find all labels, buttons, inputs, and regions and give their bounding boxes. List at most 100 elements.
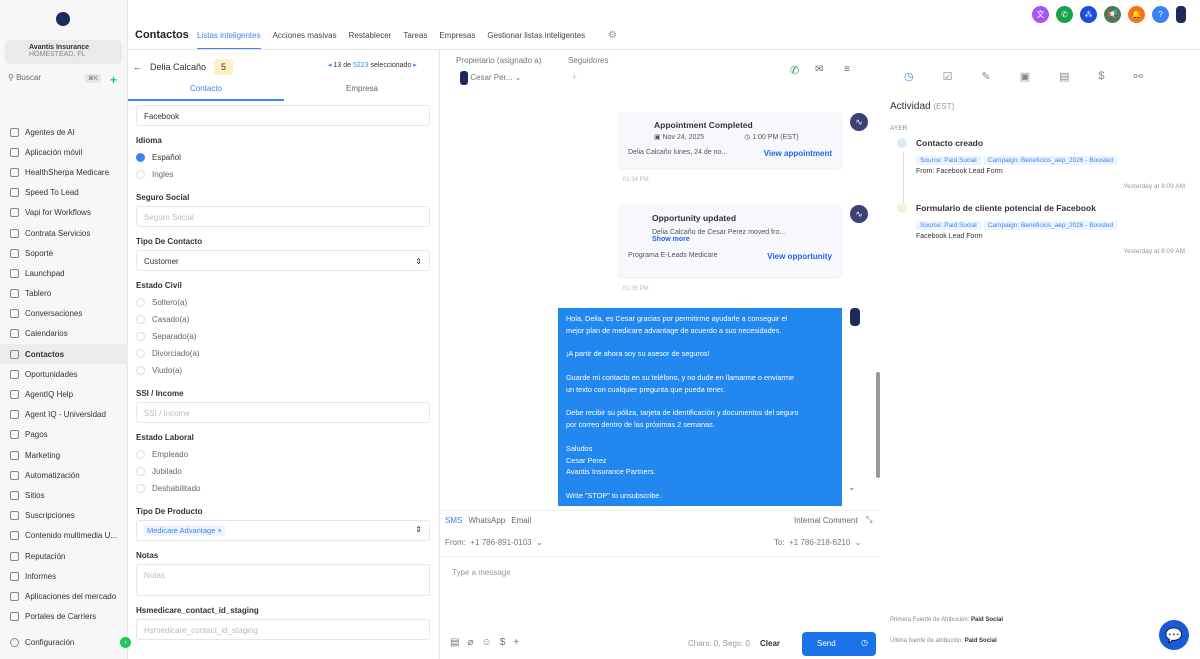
tab[interactable]: Restablecer [349, 31, 392, 49]
avatar[interactable] [1176, 6, 1186, 23]
entry-time: Yesterday at 8:09 AM [1123, 183, 1185, 190]
translate-icon[interactable]: 文 [1032, 6, 1049, 23]
tab-sms[interactable]: SMS [445, 516, 462, 525]
source-field[interactable]: Facebook [136, 105, 430, 126]
add-follower-icon[interactable]: + [572, 72, 577, 82]
sidebar-item[interactable]: Contactos [0, 344, 128, 365]
sidebar-item[interactable]: Conversaciones [0, 304, 128, 324]
message-input[interactable]: Type a message [440, 556, 880, 624]
sidebar-item-configuracion[interactable]: Configuración [0, 632, 118, 652]
sidebar-item[interactable]: Automatización [0, 465, 128, 485]
radio-option[interactable]: Casado(a) [136, 311, 430, 328]
sidebar-item[interactable]: Tablero [0, 284, 128, 304]
back-arrow-icon[interactable]: ← [133, 62, 142, 72]
sidebar-item[interactable]: Portales de Carriers [0, 607, 128, 627]
workflow-tab-icon[interactable]: ⚯ [1134, 70, 1143, 83]
emoji-icon[interactable]: ☺ [481, 637, 491, 648]
radio-option[interactable]: Empleado [136, 446, 430, 463]
sidebar-item[interactable]: Sitios [0, 485, 128, 505]
sidebar-item[interactable]: Oportunidades [0, 364, 128, 384]
show-more-link[interactable]: Show more [628, 236, 832, 243]
sidebar-item[interactable]: Suscripciones [0, 506, 128, 526]
radio-option[interactable]: Deshabilitado [136, 480, 430, 497]
radio-option[interactable]: Divorciado(a) [136, 345, 430, 362]
calendar-tab-icon[interactable]: ▣ [1020, 70, 1030, 83]
filter-icon[interactable]: ≡ [844, 64, 850, 75]
tab-contacto[interactable]: Contacto [128, 80, 284, 101]
tasks-tab-icon[interactable]: ☑ [943, 70, 953, 83]
add-button[interactable]: + [110, 73, 117, 87]
activity-tab-icon[interactable]: ◷ [904, 70, 914, 83]
view-appointment-link[interactable]: View appointment [764, 149, 832, 158]
megaphone-icon[interactable]: 📢 [1104, 6, 1121, 23]
sidebar-item[interactable]: Speed To Lead [0, 183, 128, 203]
tab[interactable]: Acciones masivas [273, 31, 337, 49]
sidebar-item[interactable]: HealthSherpa Medicare [0, 162, 128, 182]
radio-option[interactable]: Separado(a) [136, 328, 430, 345]
internal-comment-button[interactable]: Internal Comment [794, 516, 858, 525]
to-select[interactable]: To: +1 786-218-6210 ⌄ [774, 538, 861, 547]
attachment-icon[interactable]: ⌀ [467, 637, 473, 648]
sidebar-item[interactable]: Soporte [0, 243, 128, 263]
tab[interactable]: Empresas [439, 31, 475, 49]
nav-icon [10, 329, 19, 339]
tab-email[interactable]: Email [511, 516, 531, 525]
view-opportunity-link[interactable]: View opportunity [767, 252, 832, 261]
phone-icon[interactable]: ✆ [790, 64, 799, 77]
phone-icon[interactable]: ✆ [1056, 6, 1073, 23]
sidebar-item[interactable]: Agentes de AI [0, 122, 128, 142]
seguro-social-input[interactable]: Seguro Social [136, 206, 430, 227]
tab-empresa[interactable]: Empresa [284, 80, 439, 101]
radio-option[interactable]: Soltero(a) [136, 294, 430, 311]
collapse-icon[interactable]: ⤡ [866, 515, 872, 525]
documents-tab-icon[interactable]: ▤ [1059, 70, 1069, 83]
tab[interactable]: Tareas [403, 31, 427, 49]
owner-select[interactable]: Cesar Per... ⌄ [460, 71, 521, 85]
payments-tab-icon[interactable]: $ [1099, 70, 1105, 83]
template-icon[interactable]: ▤ [450, 637, 459, 648]
account-switcher[interactable]: Avantis Insurance HOMESTEAD, FL [5, 40, 122, 64]
sidebar-item[interactable]: Marketing [0, 445, 128, 465]
sidebar-item[interactable]: Contrata Servicios [0, 223, 128, 243]
tab[interactable]: Gestionar listas inteligentes [487, 31, 585, 49]
sidebar-item[interactable]: Pagos [0, 425, 128, 445]
ssi-input[interactable]: SSI / Income [136, 402, 430, 423]
clear-button[interactable]: Clear [760, 639, 780, 648]
from-select[interactable]: From: +1 786-891-0103 ⌄ [445, 538, 543, 547]
tipo-contacto-select[interactable]: Customer ⇕ [136, 250, 430, 271]
tab[interactable]: Listas inteligentes [197, 31, 261, 49]
radio-espanol[interactable]: Español [136, 149, 430, 166]
radio-option[interactable]: Viudo(a) [136, 362, 430, 379]
sidebar-item[interactable]: Reputación [0, 546, 128, 566]
help-icon[interactable]: ? [1152, 6, 1169, 23]
apps-icon[interactable]: ⁂ [1080, 6, 1097, 23]
sidebar-item[interactable]: Launchpad [0, 263, 128, 283]
radio-ingles[interactable]: Ingles [136, 166, 430, 183]
next-icon[interactable]: ▸ [411, 62, 417, 69]
payment-icon[interactable]: $ [500, 637, 506, 648]
tab-whatsapp[interactable]: WhatsApp [468, 516, 505, 525]
notas-textarea[interactable]: Notas [136, 564, 430, 596]
sidebar-item[interactable]: Calendarios [0, 324, 128, 344]
remove-tag-icon[interactable]: × [217, 526, 221, 535]
chat-widget-button[interactable]: 💬 [1159, 620, 1189, 650]
scroll-down-icon[interactable]: ⌄ [848, 482, 856, 493]
radio-option[interactable]: Jubilado [136, 463, 430, 480]
bell-icon[interactable]: 🔔 [1128, 6, 1145, 23]
sidebar-item[interactable]: Vapi for Workflows [0, 203, 128, 223]
sidebar-item[interactable]: AgentIQ Help [0, 384, 128, 404]
notes-tab-icon[interactable]: ✎ [981, 70, 990, 83]
sidebar-item[interactable]: Agent IQ - Universidad [0, 405, 128, 425]
send-button[interactable]: Send ◷ [802, 632, 876, 656]
sidebar-item[interactable]: Informes [0, 566, 128, 586]
sidebar-item[interactable]: Contenido multimedia U... [0, 526, 128, 546]
producto-select[interactable]: Medicare Advantage × ⇕ [136, 520, 430, 541]
schedule-icon[interactable]: ◷ [861, 638, 868, 647]
gear-icon[interactable]: ⚙ [608, 30, 617, 41]
search-input[interactable]: ⚲ Buscar ⌘K [5, 73, 105, 87]
add-icon[interactable]: + [513, 637, 519, 648]
mail-icon[interactable]: ✉ [815, 64, 823, 75]
sidebar-item[interactable]: Aplicaciones del mercado [0, 586, 128, 606]
hsmedicare-input[interactable]: Hsmedicare_contact_id_staging [136, 619, 430, 640]
sidebar-item[interactable]: Aplicación móvil [0, 142, 128, 162]
